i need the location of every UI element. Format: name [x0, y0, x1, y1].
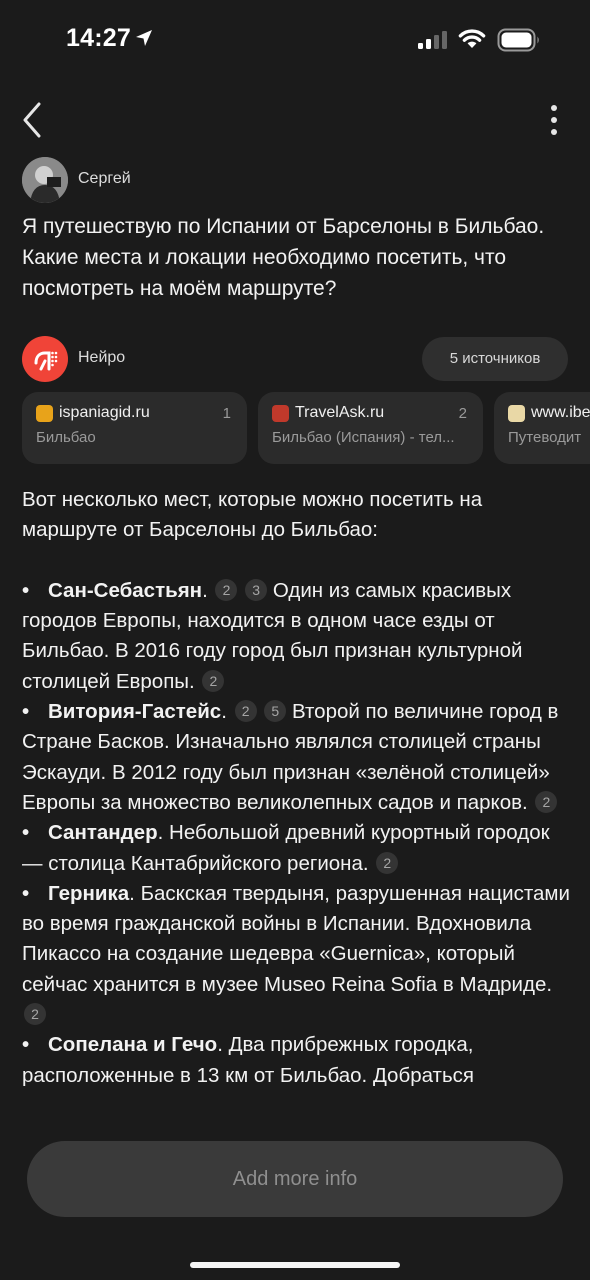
- place-title: Герника: [48, 881, 130, 905]
- citation-badge[interactable]: 5: [264, 700, 287, 723]
- status-bar: 14:27: [0, 0, 590, 80]
- citation-badge[interactable]: 2: [202, 669, 225, 692]
- battery-icon: [497, 28, 539, 52]
- bullet: •: [22, 578, 30, 602]
- source-card[interactable]: ispaniagid.ru 1 Бильбао: [22, 392, 247, 464]
- more-options-icon[interactable]: [540, 102, 568, 138]
- source-description: Бильбао (Испания) - тел...: [272, 429, 455, 446]
- cellular-signal-icon: [418, 31, 447, 49]
- wifi-icon: [458, 29, 486, 48]
- source-number: 1: [222, 405, 231, 422]
- sources-carousel[interactable]: ispaniagid.ru 1 Бильбао TravelAsk.ru 2 Б…: [22, 392, 590, 464]
- bullet: •: [22, 821, 30, 845]
- source-site: TravelAsk.ru: [295, 404, 385, 421]
- citation-badge[interactable]: 2: [376, 851, 399, 874]
- status-time: 14:27: [66, 24, 131, 52]
- source-card[interactable]: www.ibe Путеводит: [494, 392, 590, 464]
- citation-badge[interactable]: 3: [245, 578, 268, 601]
- place-title: Сантандер: [48, 821, 158, 845]
- bullet: •: [22, 1033, 30, 1057]
- nav-bar: [0, 96, 590, 146]
- place-title: Витория-Гастейс: [48, 700, 222, 724]
- source-description: Бильбао: [36, 429, 96, 446]
- ai-header: Нейро 5 источников: [22, 336, 568, 382]
- location-arrow-icon: [136, 30, 152, 46]
- list-item: • Сантандер. Небольшой древний курортный …: [22, 818, 570, 879]
- source-site: ispaniagid.ru: [59, 404, 150, 421]
- bullet: •: [22, 700, 30, 724]
- answer-intro: Вот несколько мест, которые можно посети…: [22, 488, 483, 542]
- citation-badge[interactable]: 2: [24, 1003, 46, 1026]
- sources-button[interactable]: 5 источников: [422, 337, 568, 381]
- list-item: • Герника. Баскская твердыня, разрушенная…: [22, 879, 570, 1030]
- back-chevron-icon[interactable]: [18, 100, 52, 140]
- input-placeholder: Add more info: [232, 1168, 358, 1190]
- citation-badge[interactable]: 2: [535, 790, 558, 813]
- user-header: Сергей: [22, 157, 562, 203]
- avatar[interactable]: [22, 157, 68, 203]
- source-number: 2: [458, 405, 467, 422]
- source-site: www.ibe: [531, 404, 590, 421]
- source-favicon-icon: [36, 405, 53, 422]
- user-question: Я путешествую по Испании от Барселоны в …: [22, 215, 545, 300]
- bullet: •: [22, 881, 30, 905]
- list-item: • Сан-Себастьян. 2 3 Один из самых красив…: [22, 576, 570, 697]
- home-indicator[interactable]: [190, 1262, 400, 1268]
- place-title: Сан-Себастьян: [48, 578, 203, 602]
- neuro-logo-icon: [22, 336, 68, 382]
- citation-badge[interactable]: 2: [215, 578, 238, 601]
- ai-answer: Вот несколько мест, которые можно посети…: [22, 485, 570, 1117]
- source-favicon-icon: [272, 405, 289, 422]
- source-description: Путеводит: [508, 429, 582, 446]
- add-info-input[interactable]: Add more info: [27, 1141, 563, 1217]
- list-item: • Витория-Гастейс. 2 5 Второй по величине…: [22, 697, 570, 818]
- ai-name: Нейро: [78, 349, 126, 366]
- citation-badge[interactable]: 2: [234, 700, 257, 723]
- source-card[interactable]: TravelAsk.ru 2 Бильбао (Испания) - тел..…: [258, 392, 483, 464]
- user-name: Сергей: [78, 170, 131, 187]
- place-title: Сопелана и Гечо: [48, 1033, 218, 1057]
- list-item: • Сопелана и Гечо. Два прибрежных городка…: [22, 1030, 570, 1091]
- source-favicon-icon: [508, 405, 525, 422]
